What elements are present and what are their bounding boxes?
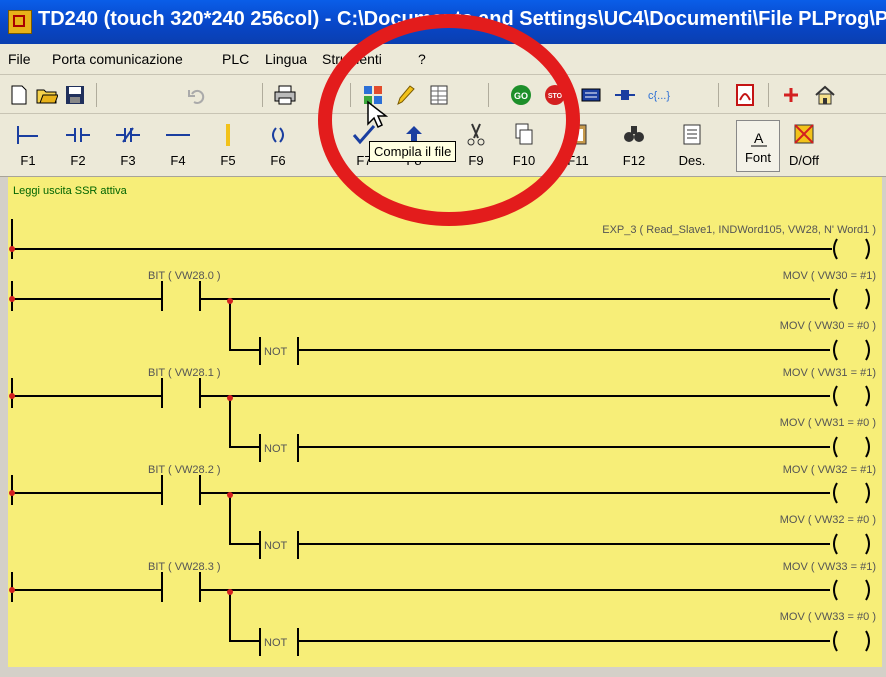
mov-reset-label: MOV ( VW30 = #0 ): [780, 320, 876, 332]
f2-open-contact-button[interactable]: F2: [56, 118, 100, 174]
font-button[interactable]: A Font: [736, 120, 780, 172]
menu-lingua[interactable]: Lingua: [265, 51, 307, 67]
ladder-editor[interactable]: Leggi uscita SSR attiva EXP_3 (Read_Sla…: [8, 177, 882, 667]
not-label: NOT: [264, 637, 288, 649]
window-title: TD240 (touch 320*240 256col) - C:\Docume…: [38, 8, 886, 30]
compile-tooltip: Compila il file: [369, 141, 457, 162]
open-folder-icon[interactable]: [36, 84, 58, 106]
print-icon[interactable]: [274, 84, 296, 106]
exp3-label: EXP_3 ( Read_Slave1, INDWord105, VW28, N…: [602, 224, 876, 236]
stop-icon[interactable]: STO: [544, 84, 566, 106]
f5-vertical-line-button[interactable]: F5: [206, 118, 250, 174]
svg-text:c{...}: c{...}: [648, 90, 670, 102]
f3-closed-contact-button[interactable]: F3: [106, 118, 150, 174]
not-label: NOT: [264, 346, 288, 358]
new-file-icon[interactable]: [8, 84, 30, 106]
plus-icon[interactable]: [780, 84, 802, 106]
f11-paste-button[interactable]: F11: [556, 118, 600, 174]
f1-contact-button[interactable]: F1: [6, 118, 50, 174]
not-label: NOT: [264, 443, 288, 455]
mov-set-label: MOV ( VW32 = #1): [783, 464, 876, 476]
f4-horizontal-line-button[interactable]: F4: [156, 118, 200, 174]
grid-icon[interactable]: [428, 84, 450, 106]
display-off-button[interactable]: D/Off: [782, 118, 826, 174]
description-button[interactable]: Des.: [670, 118, 714, 174]
mov-reset-label: MOV ( VW31 = #0 ): [780, 417, 876, 429]
go-icon[interactable]: GO: [510, 84, 532, 106]
undo-icon[interactable]: [186, 84, 208, 106]
not-label: NOT: [264, 540, 288, 552]
main-toolbar: GO STO c{...}: [0, 75, 886, 114]
mov-reset-label: MOV ( VW33 = #0 ): [780, 611, 876, 623]
home-icon[interactable]: [814, 84, 836, 106]
menu-strumenti[interactable]: Strumenti: [322, 51, 382, 67]
bit-label: BIT ( VW28.3 ): [148, 561, 221, 573]
connect-icon[interactable]: [614, 84, 636, 106]
menu-help[interactable]: ?: [418, 51, 426, 67]
braces-icon[interactable]: c{...}: [646, 84, 676, 106]
menu-file[interactable]: File: [8, 51, 31, 67]
pdf-icon[interactable]: [734, 84, 756, 106]
f9-cut-button[interactable]: F9: [454, 118, 498, 174]
app-icon[interactable]: [8, 10, 32, 34]
ladder-diagram: EXP_3 ( Read_Slave1, INDWord105, VW28, N…: [9, 219, 876, 656]
mouse-cursor-icon: [367, 100, 388, 129]
mov-reset-label: MOV ( VW32 = #0 ): [780, 514, 876, 526]
svg-text:STO: STO: [548, 93, 563, 100]
svg-text:GO: GO: [514, 91, 528, 101]
menu-bar: File Porta comunicazione PLC Lingua Stru…: [0, 44, 886, 75]
save-icon[interactable]: [64, 84, 86, 106]
f10-copy-button[interactable]: F10: [502, 118, 546, 174]
svg-text:A: A: [754, 130, 764, 146]
f12-find-button[interactable]: F12: [612, 118, 656, 174]
bit-label: BIT ( VW28.0 ): [148, 270, 221, 282]
menu-plc[interactable]: PLC: [222, 51, 249, 67]
pencil-icon[interactable]: [394, 84, 416, 106]
menu-porta-comunicazione[interactable]: Porta comunicazione: [52, 51, 183, 67]
title-bar: TD240 (touch 320*240 256col) - C:\Docume…: [0, 0, 886, 44]
mov-set-label: MOV ( VW31 = #1): [783, 367, 876, 379]
bit-label: BIT ( VW28.2 ): [148, 464, 221, 476]
bit-label: BIT ( VW28.1 ): [148, 367, 221, 379]
monitor-icon[interactable]: [580, 84, 602, 106]
mov-set-label: MOV ( VW33 = #1): [783, 561, 876, 573]
mov-set-label: MOV ( VW30 = #1): [783, 270, 876, 282]
f6-coil-button[interactable]: F6: [256, 118, 300, 174]
